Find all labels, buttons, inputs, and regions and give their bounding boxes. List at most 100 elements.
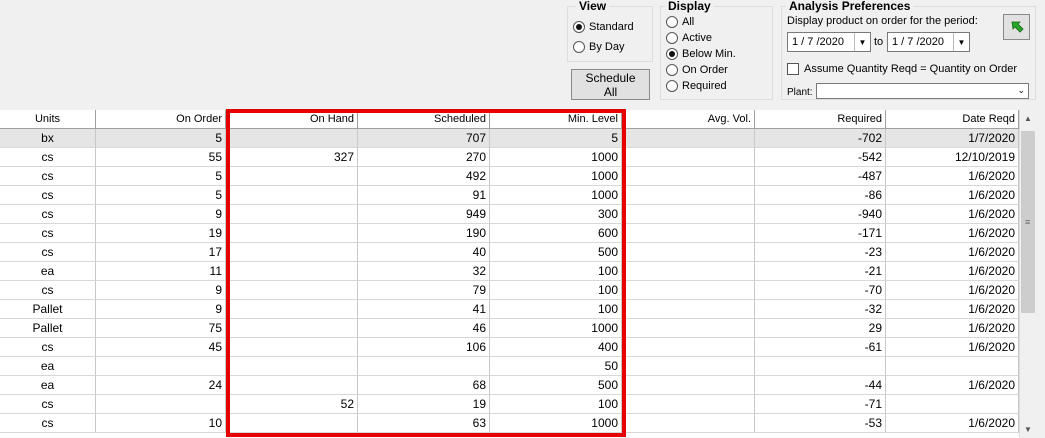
to-date-picker[interactable]: 1 / 7 /2020 ▼ [887, 32, 970, 52]
table-row[interactable]: cs 9 949 300 -940 1/6/2020 [0, 205, 1019, 224]
table-row[interactable]: cs 5 492 1000 -487 1/6/2020 [0, 167, 1019, 186]
scroll-up-icon[interactable]: ▲ [1020, 110, 1036, 127]
display-radio-active[interactable]: Active [666, 32, 712, 44]
table-cell: 100 [490, 262, 622, 281]
table-cell: 46 [358, 319, 490, 338]
from-date-picker[interactable]: 1 / 7 /2020 ▼ [787, 32, 871, 52]
display-radio-below-min[interactable]: Below Min. [666, 48, 736, 60]
plant-select[interactable]: ⌄ [816, 83, 1029, 99]
scroll-thumb[interactable]: ≡ [1021, 131, 1035, 313]
table-cell: Pallet [0, 319, 96, 338]
table-cell [226, 300, 358, 319]
table-cell: 45 [96, 338, 226, 357]
assume-qty-checkbox[interactable]: Assume Quantity Reqd = Quantity on Order [787, 63, 1017, 75]
chevron-down-icon[interactable]: ▼ [854, 33, 870, 51]
table-cell: -542 [755, 148, 886, 167]
table-cell: cs [0, 224, 96, 243]
table-cell: -171 [755, 224, 886, 243]
table-cell: 41 [358, 300, 490, 319]
table-cell: 600 [490, 224, 622, 243]
table-cell: -70 [755, 281, 886, 300]
table-row[interactable]: bx 5 707 5 -702 1/7/2020 [0, 129, 1019, 148]
grip-icon: ≡ [1025, 217, 1031, 227]
table-cell: cs [0, 148, 96, 167]
table-row[interactable]: cs 19 190 600 -171 1/6/2020 [0, 224, 1019, 243]
display-radio-on-order[interactable]: On Order [666, 64, 728, 76]
table-cell: 1000 [490, 319, 622, 338]
column-header[interactable]: Min. Level [490, 110, 622, 129]
table-row[interactable]: cs 9 79 100 -70 1/6/2020 [0, 281, 1019, 300]
table-cell: 5 [96, 129, 226, 148]
view-radio-by-day[interactable]: By Day [573, 41, 624, 53]
table-cell [96, 357, 226, 376]
table-row[interactable]: ea 24 68 500 -44 1/6/2020 [0, 376, 1019, 395]
table-row[interactable]: ea 11 32 100 -21 1/6/2020 [0, 262, 1019, 281]
table-cell [226, 129, 358, 148]
column-header[interactable]: Units [0, 110, 96, 129]
table-cell [622, 243, 755, 262]
table-row[interactable]: Pallet 9 41 100 -32 1/6/2020 [0, 300, 1019, 319]
table-cell [358, 357, 490, 376]
table-row[interactable]: Pallet 75 46 1000 29 1/6/2020 [0, 319, 1019, 338]
column-header[interactable]: Date Reqd [886, 110, 1019, 129]
vertical-scrollbar[interactable]: ▲ ≡ ▼ [1019, 110, 1036, 438]
table-cell: 19 [358, 395, 490, 414]
column-header[interactable]: Avg. Vol. [622, 110, 755, 129]
column-header[interactable]: Scheduled [358, 110, 490, 129]
table-cell [226, 186, 358, 205]
table-cell [622, 395, 755, 414]
table-cell [226, 205, 358, 224]
column-header[interactable]: Required [755, 110, 886, 129]
display-radio-below-min-label: Below Min. [682, 48, 736, 60]
column-header[interactable]: On Order [96, 110, 226, 129]
table-cell: -53 [755, 414, 886, 433]
table-row[interactable]: cs 10 63 1000 -53 1/6/2020 [0, 414, 1019, 433]
table-cell [622, 262, 755, 281]
table-cell: ea [0, 376, 96, 395]
table-cell: -61 [755, 338, 886, 357]
view-radio-standard[interactable]: Standard [573, 21, 634, 33]
display-radio-active-label: Active [682, 32, 712, 44]
table-cell: cs [0, 281, 96, 300]
table-cell: 10 [96, 414, 226, 433]
table-cell [226, 167, 358, 186]
table-cell: 1/6/2020 [886, 167, 1019, 186]
table-row[interactable]: cs 5 91 1000 -86 1/6/2020 [0, 186, 1019, 205]
table-row[interactable]: cs 45 106 400 -61 1/6/2020 [0, 338, 1019, 357]
radio-indicator [573, 41, 585, 53]
table-cell: 1/6/2020 [886, 300, 1019, 319]
table-cell [226, 414, 358, 433]
scroll-down-icon[interactable]: ▼ [1020, 421, 1036, 438]
table-cell: 5 [96, 167, 226, 186]
display-radio-required[interactable]: Required [666, 80, 727, 92]
radio-indicator [666, 64, 678, 76]
checkbox-box [787, 63, 799, 75]
product-grid[interactable]: Units On Order On Hand Scheduled Min. Level A… [0, 110, 1019, 438]
table-cell [226, 338, 358, 357]
table-row[interactable]: ea 50 [0, 357, 1019, 376]
table-cell: 492 [358, 167, 490, 186]
table-cell: 500 [490, 243, 622, 262]
table-cell [622, 148, 755, 167]
table-cell: 1/6/2020 [886, 281, 1019, 300]
to-date-value: 1 / 7 /2020 [892, 36, 944, 48]
table-cell: -21 [755, 262, 886, 281]
table-cell [622, 300, 755, 319]
table-cell: 9 [96, 281, 226, 300]
table-row[interactable]: cs 52 19 100 -71 [0, 395, 1019, 414]
schedule-all-button[interactable]: Schedule All [571, 69, 650, 100]
go-arrow-button[interactable] [1003, 14, 1030, 40]
display-radio-all[interactable]: All [666, 16, 694, 28]
table-cell: -940 [755, 205, 886, 224]
column-header[interactable]: On Hand [226, 110, 358, 129]
table-cell [622, 357, 755, 376]
table-cell: 1000 [490, 414, 622, 433]
table-row[interactable]: cs 55 327 270 1000 -542 12/10/2019 [0, 148, 1019, 167]
table-cell: 100 [490, 300, 622, 319]
table-cell: 32 [358, 262, 490, 281]
table-cell [622, 224, 755, 243]
table-cell: 1/6/2020 [886, 243, 1019, 262]
table-cell [622, 414, 755, 433]
chevron-down-icon[interactable]: ▼ [953, 33, 969, 51]
table-row[interactable]: cs 17 40 500 -23 1/6/2020 [0, 243, 1019, 262]
